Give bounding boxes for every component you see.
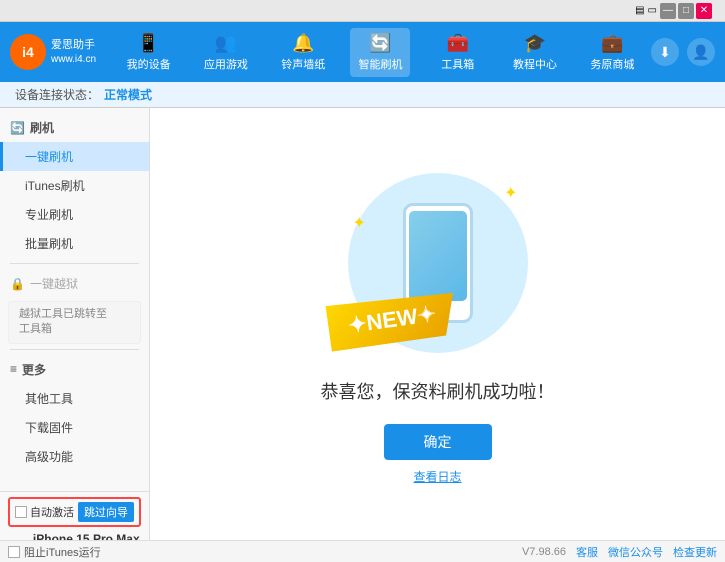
- header-actions: ⬇ 👤: [651, 38, 715, 66]
- minimize-button[interactable]: —: [660, 3, 676, 19]
- download-button[interactable]: ⬇: [651, 38, 679, 66]
- sidebar-divider-2: [10, 349, 139, 350]
- app-logo: i4 爱思助手 www.i4.cn: [10, 34, 110, 70]
- new-ribbon-text: ✦NEW✦: [325, 288, 458, 351]
- status-bar: 设备连接状态： 正常模式: [0, 82, 725, 108]
- sidebar-item-pro-flash[interactable]: 专业刷机: [0, 200, 149, 229]
- flash-section-icon: 🔄: [10, 121, 25, 135]
- footer-link-check-update[interactable]: 检查更新: [673, 544, 717, 560]
- tutorials-icon: 🎓: [524, 33, 546, 54]
- phone-illustration: ✦ ✦ ✦NEW✦: [338, 163, 538, 363]
- sidebar-item-itunes-flash[interactable]: iTunes刷机: [0, 171, 149, 200]
- sidebar: 🔄 刷机 一键刷机 iTunes刷机 专业刷机 批量刷机 🔒 一键越狱 越狱工具…: [0, 108, 150, 540]
- sync-contact-button[interactable]: 跳过向导: [78, 502, 134, 522]
- itunes-bar: 阻止iTunes运行 V7.98.66 客服 微信公众号 检查更新: [0, 540, 725, 562]
- sidebar-notice: 越狱工具已跳转至 工具箱: [8, 301, 141, 344]
- apps-games-icon: 👥: [215, 33, 237, 54]
- lock-icon: 🔒: [10, 277, 25, 291]
- sidebar-divider-1: [10, 263, 139, 264]
- sidebar-item-advanced[interactable]: 高级功能: [0, 442, 149, 471]
- auto-activate-label[interactable]: 自动激活: [15, 504, 74, 520]
- success-message: 恭喜您，保资料刷机成功啦！: [321, 378, 555, 404]
- toolbox-icon: 🧰: [447, 33, 469, 54]
- service-icon: 💼: [601, 33, 623, 54]
- maximize-button[interactable]: □: [678, 3, 694, 19]
- itunes-checkbox[interactable]: [8, 546, 20, 558]
- close-button[interactable]: ✕: [696, 3, 712, 19]
- more-section-icon: ≡: [10, 362, 17, 376]
- view-log-link[interactable]: 查看日志: [413, 468, 461, 485]
- sidebar-item-one-key-flash[interactable]: 一键刷机: [0, 142, 149, 171]
- app-header: i4 爱思助手 www.i4.cn 📱 我的设备 👥 应用游戏 🔔 铃声墙纸 🔄…: [0, 22, 725, 82]
- sidebar-disabled-jailbreak: 🔒 一键越狱: [0, 269, 149, 298]
- main-content-area: ✦ ✦ ✦NEW✦ 恭喜您，保资料刷机成功啦！ 确定 查看日志: [150, 108, 725, 540]
- main-layout: 🔄 刷机 一键刷机 iTunes刷机 专业刷机 批量刷机 🔒 一键越狱 越狱工具…: [0, 108, 725, 540]
- my-device-icon: 📱: [137, 33, 159, 54]
- device-details: iPhone 15 Pro Max 512GB iPhone: [33, 532, 140, 540]
- user-button[interactable]: 👤: [687, 38, 715, 66]
- main-nav: 📱 我的设备 👥 应用游戏 🔔 铃声墙纸 🔄 智能刷机 🧰 工具箱 🎓 教程中心…: [110, 28, 651, 77]
- confirm-button[interactable]: 确定: [384, 424, 492, 460]
- phone-screen: [409, 211, 467, 301]
- device-info: 📱 iPhone 15 Pro Max 512GB iPhone: [8, 527, 141, 540]
- sidebar-flash-section: 🔄 刷机: [0, 113, 149, 142]
- itunes-label[interactable]: 阻止iTunes运行: [8, 544, 101, 560]
- device-panel: 自动激活 跳过向导 📱 iPhone 15 Pro Max 512GB iPho…: [0, 491, 149, 540]
- auto-activate-checkbox[interactable]: [15, 506, 27, 518]
- sparkle-icon-1: ✦: [504, 183, 517, 203]
- sidebar-item-batch-flash[interactable]: 批量刷机: [0, 229, 149, 258]
- footer-link-about[interactable]: 客服: [576, 544, 598, 560]
- nav-tutorials[interactable]: 🎓 教程中心: [505, 28, 565, 77]
- nav-smart-flash[interactable]: 🔄 智能刷机: [350, 28, 410, 77]
- nav-ringtone[interactable]: 🔔 铃声墙纸: [273, 28, 333, 77]
- auto-controls: 自动激活 跳过向导: [8, 497, 141, 527]
- footer-link-wechat[interactable]: 微信公众号: [608, 544, 663, 560]
- nav-apps-games[interactable]: 👥 应用游戏: [196, 28, 256, 77]
- nav-my-device[interactable]: 📱 我的设备: [119, 28, 179, 77]
- nav-toolbox[interactable]: 🧰 工具箱: [428, 28, 488, 77]
- network-icon: ▤: [635, 5, 644, 16]
- window-controls-bar: ▤ ▭ — □ ✕: [0, 0, 725, 22]
- logo-text: 爱思助手 www.i4.cn: [51, 38, 96, 65]
- ringtone-icon: 🔔: [292, 33, 314, 54]
- sidebar-item-other-tools[interactable]: 其他工具: [0, 384, 149, 413]
- sparkle-icon-2: ✦: [353, 213, 366, 233]
- sidebar-item-download-firmware[interactable]: 下载固件: [0, 413, 149, 442]
- battery-icon: ▭: [648, 5, 657, 16]
- new-badge: ✦NEW✦: [328, 297, 456, 343]
- smart-flash-icon: 🔄: [369, 33, 391, 54]
- nav-service[interactable]: 💼 务原商城: [582, 28, 642, 77]
- logo-icon: i4: [10, 34, 46, 70]
- sidebar-more-section: ≡ 更多: [0, 355, 149, 384]
